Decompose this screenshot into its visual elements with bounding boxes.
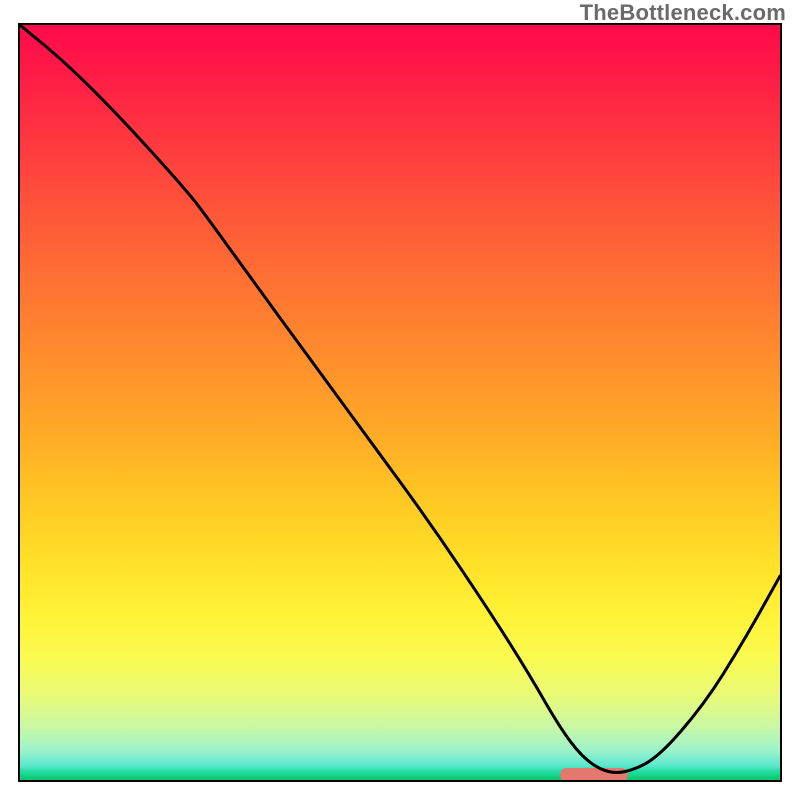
curve-path <box>20 25 780 773</box>
plot-area <box>18 23 782 782</box>
bottleneck-curve <box>20 25 780 780</box>
watermark-text: TheBottleneck.com <box>580 2 786 24</box>
chart-stage: TheBottleneck.com <box>0 0 800 800</box>
